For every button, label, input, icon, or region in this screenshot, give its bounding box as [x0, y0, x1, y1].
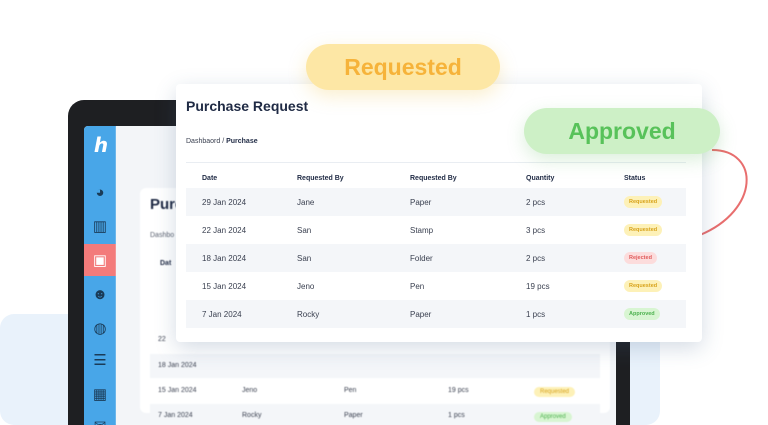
app-logo[interactable]: h: [90, 134, 112, 156]
database-icon[interactable]: ☰: [84, 344, 116, 376]
mail-icon[interactable]: ✉: [84, 410, 116, 425]
breadcrumb-parent[interactable]: Dashbaord: [186, 138, 220, 145]
tablet-sidebar: h ◕ ▥ ▣ ☻ ◍ ☰ ▦ ✉: [84, 126, 116, 425]
requested-pill: Requested: [306, 44, 500, 90]
column-requested-by[interactable]: Requested By: [297, 175, 344, 182]
breadcrumb: Dashbaord / Purchase: [186, 138, 258, 145]
page-title: Purchase Request: [186, 98, 309, 114]
cell-item: Folder: [410, 254, 433, 263]
cell-requested-by: San: [297, 226, 312, 235]
bar-chart-icon[interactable]: ▥: [84, 210, 116, 242]
cell-quantity: 3 pcs: [526, 226, 546, 235]
cell-requested-by: Jeno: [297, 282, 315, 291]
status-badge: Requested: [624, 224, 663, 236]
cell-date: 29 Jan 2024: [202, 198, 247, 207]
status-badge: Requested: [624, 196, 663, 208]
cell-date: 15 Jan 2024: [202, 282, 247, 291]
cell-item: Paper: [410, 310, 432, 319]
column-date[interactable]: Date: [202, 175, 217, 182]
tablet-breadcrumb[interactable]: Dashbo: [150, 232, 174, 239]
tablet-column-date: Dat: [160, 260, 172, 267]
cell-item: Stamp: [410, 226, 434, 235]
tablet-cell-quantity: 1 pcs: [448, 412, 465, 419]
shopping-bag-icon[interactable]: ▣: [84, 244, 116, 276]
cell-quantity: 1 pcs: [526, 310, 546, 319]
cell-quantity: 2 pcs: [526, 198, 546, 207]
tablet-cell-requested-by: Jeno: [242, 387, 258, 394]
tablet-cell-date: 22: [158, 336, 166, 343]
approved-pill: Approved: [524, 108, 720, 154]
table-row[interactable]: 22 Jan 2024 San Stamp 3 pcs Requested: [186, 216, 686, 244]
table-row: 18 Jan 2024: [150, 354, 600, 378]
calculator-icon[interactable]: ▦: [84, 378, 116, 410]
tablet-cell-date: 18 Jan 2024: [158, 362, 197, 369]
table-row: 7 Jan 2024 Rocky Paper 1 pcs Approved: [150, 404, 600, 425]
cell-item: Pen: [410, 282, 425, 291]
tablet-cell-quantity: 19 pcs: [448, 387, 469, 394]
column-quantity[interactable]: Quantity: [526, 175, 554, 182]
cell-requested-by: Jane: [297, 198, 315, 207]
table-row: 15 Jan 2024 Jeno Pen 19 pcs Requested: [150, 379, 600, 403]
tablet-cell-date: 7 Jan 2024: [158, 412, 193, 419]
table-row[interactable]: 29 Jan 2024 Jane Paper 2 pcs Requested: [186, 188, 686, 216]
table-row[interactable]: 7 Jan 2024 Rocky Paper 1 pcs Approved: [186, 300, 686, 328]
users-icon[interactable]: ☻: [84, 278, 116, 310]
column-item[interactable]: Requested By: [410, 175, 457, 182]
cell-quantity: 2 pcs: [526, 254, 546, 263]
status-badge: Rejected: [624, 252, 657, 264]
cell-requested-by: Rocky: [297, 310, 320, 319]
tablet-cell-item: Paper: [344, 412, 363, 419]
tablet-cell-item: Pen: [344, 387, 357, 394]
tablet-cell-requested-by: Rocky: [242, 412, 262, 419]
cell-date: 7 Jan 2024: [202, 310, 242, 319]
table-row[interactable]: 15 Jan 2024 Jeno Pen 19 pcs Requested: [186, 272, 686, 300]
column-status[interactable]: Status: [624, 175, 645, 182]
cell-item: Paper: [410, 198, 432, 207]
table-row[interactable]: 18 Jan 2024 San Folder 2 pcs Rejected: [186, 244, 686, 272]
globe-icon[interactable]: ◍: [84, 312, 116, 344]
breadcrumb-current: Purchase: [226, 138, 258, 145]
cell-date: 18 Jan 2024: [202, 254, 247, 263]
tablet-cell-date: 15 Jan 2024: [158, 387, 197, 394]
cell-requested-by: San: [297, 254, 312, 263]
status-badge: Approved: [624, 308, 660, 320]
pie-chart-icon[interactable]: ◕: [84, 176, 116, 208]
cell-quantity: 19 pcs: [526, 282, 550, 291]
cell-date: 22 Jan 2024: [202, 226, 247, 235]
status-badge: Requested: [624, 280, 663, 292]
status-badge: Requested: [534, 387, 576, 397]
status-badge: Approved: [534, 412, 572, 422]
